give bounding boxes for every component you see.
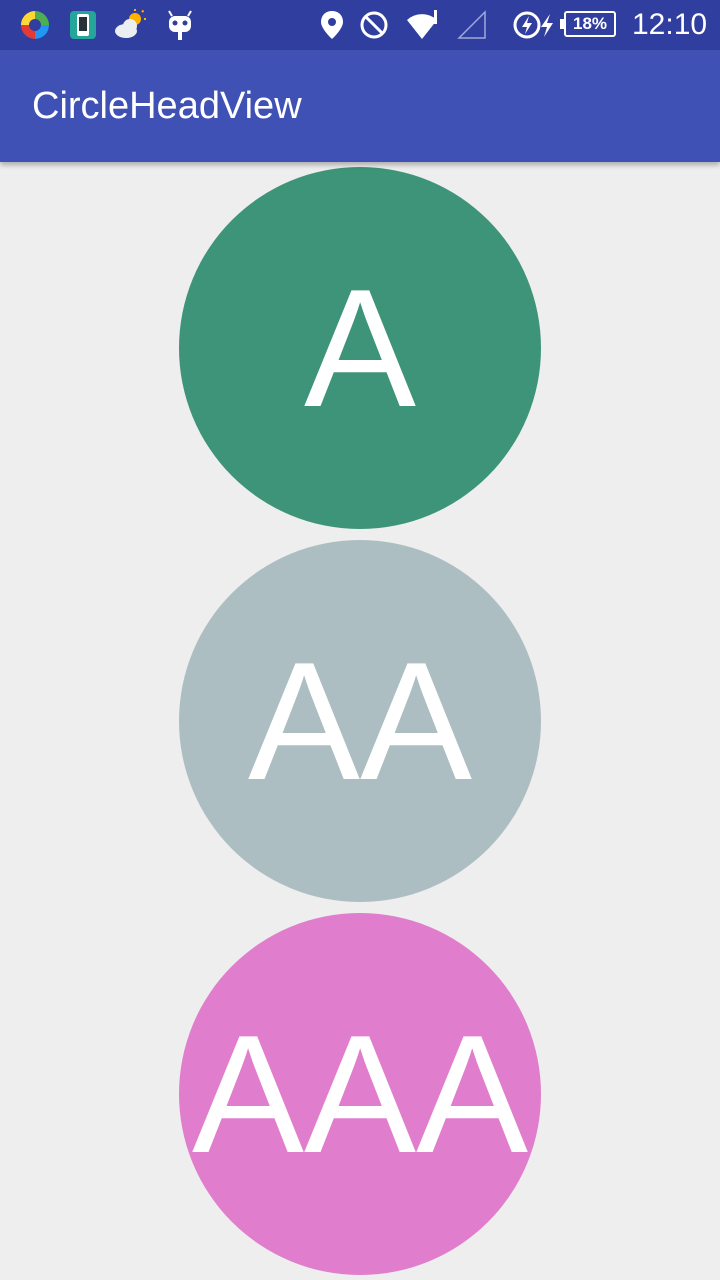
circle-head-view-3: AAA xyxy=(179,913,541,1275)
battery-indicator: 18% xyxy=(560,11,616,37)
app-bar: CircleHeadView xyxy=(0,50,720,162)
status-bar: 18% 12:10 xyxy=(0,0,720,50)
weather-cloud-sun-icon xyxy=(113,8,147,42)
charging-bolt-icon xyxy=(536,8,558,42)
location-pin-icon xyxy=(315,8,349,42)
color-swirl-app-icon xyxy=(18,8,52,42)
wifi-icon xyxy=(405,8,439,42)
circle-head-view-2: AA xyxy=(179,540,541,902)
app-title: CircleHeadView xyxy=(32,85,302,127)
circle-head-text: AA xyxy=(247,627,473,815)
circle-head-text: A xyxy=(303,254,417,442)
do-not-disturb-icon xyxy=(357,8,391,42)
phone-app-icon xyxy=(66,8,100,42)
signal-empty-icon xyxy=(455,8,489,42)
circle-head-text: AAA xyxy=(191,1000,529,1188)
circle-head-view-1: A xyxy=(179,167,541,529)
content-area: A AA AAA xyxy=(0,162,720,1280)
android-bot-icon xyxy=(163,8,197,42)
status-clock: 12:10 xyxy=(632,8,708,41)
